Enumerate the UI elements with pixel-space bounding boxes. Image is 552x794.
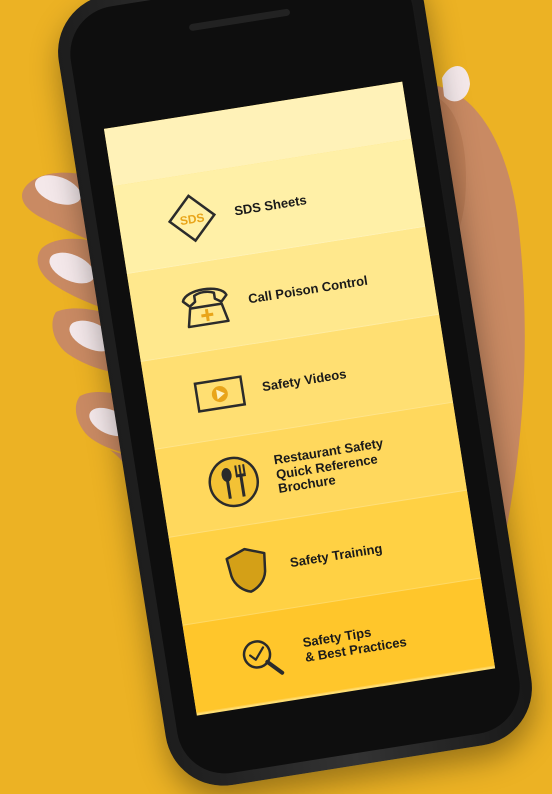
sds-diamond-icon: SDS bbox=[159, 185, 225, 251]
fork-spoon-icon bbox=[201, 449, 267, 515]
menu-item-label: Call Poison Control bbox=[247, 272, 369, 306]
menu-item-label: SDS Sheets bbox=[233, 191, 308, 218]
menu-item-label: Restaurant Safety Quick Reference Brochu… bbox=[272, 434, 385, 497]
sds-icon-text: SDS bbox=[179, 210, 206, 228]
telephone-icon bbox=[173, 273, 239, 339]
menu-item-label: Safety Training bbox=[288, 540, 384, 570]
magnifier-check-icon bbox=[228, 625, 294, 691]
menu-item-label: Safety Videos bbox=[260, 365, 348, 394]
menu-item-label: Safety Tips & Best Practices bbox=[301, 624, 408, 665]
shield-icon bbox=[215, 537, 281, 603]
video-play-icon bbox=[187, 361, 253, 427]
thumb-nail bbox=[442, 65, 470, 102]
